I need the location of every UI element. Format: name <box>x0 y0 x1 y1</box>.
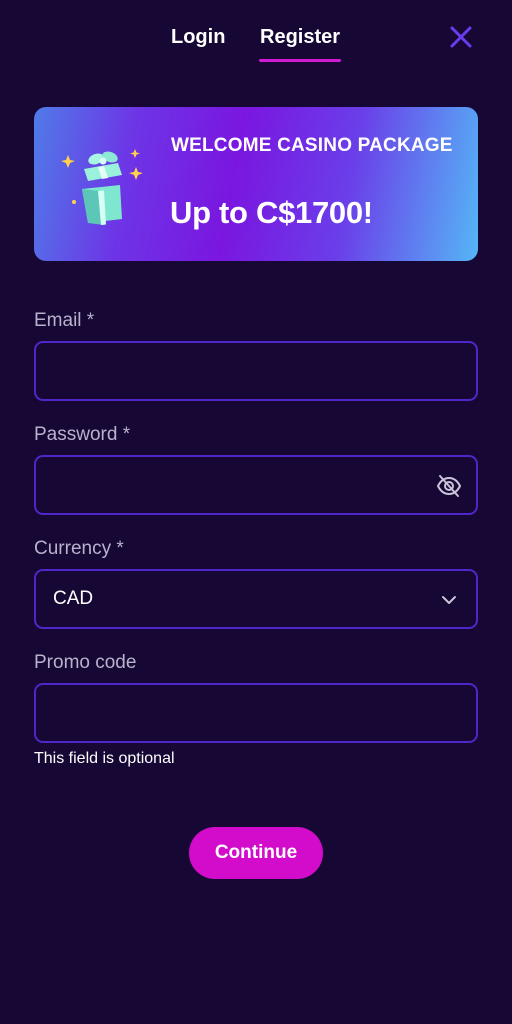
tab-register[interactable]: Register <box>260 26 340 49</box>
auth-tabs: Login Register <box>0 26 512 66</box>
close-icon <box>450 26 472 48</box>
currency-label: Currency * <box>34 538 124 559</box>
banner-amount: Up to C$1700! <box>170 195 373 230</box>
chevron-down-icon <box>442 596 456 604</box>
promo-label: Promo code <box>34 652 137 673</box>
password-field[interactable] <box>34 455 478 515</box>
tab-login[interactable]: Login <box>171 26 225 49</box>
password-input[interactable] <box>52 457 436 515</box>
currency-select[interactable]: CAD <box>34 569 478 629</box>
email-field[interactable] <box>34 341 478 401</box>
email-label: Email * <box>34 310 95 331</box>
promo-input[interactable] <box>52 685 436 743</box>
promo-hint: This field is optional <box>34 750 175 767</box>
gift-icon <box>61 149 143 225</box>
eye-off-icon[interactable] <box>436 473 462 499</box>
welcome-banner[interactable]: WELCOME CASINO PACKAGE Up to C$1700! <box>34 107 478 261</box>
email-input[interactable] <box>52 343 436 401</box>
close-button[interactable] <box>446 22 476 52</box>
continue-button[interactable]: Continue <box>189 827 323 879</box>
active-tab-indicator <box>259 59 341 62</box>
banner-title: WELCOME CASINO PACKAGE <box>171 135 453 156</box>
promo-field[interactable] <box>34 683 478 743</box>
currency-value: CAD <box>53 588 94 609</box>
password-label: Password * <box>34 424 131 445</box>
